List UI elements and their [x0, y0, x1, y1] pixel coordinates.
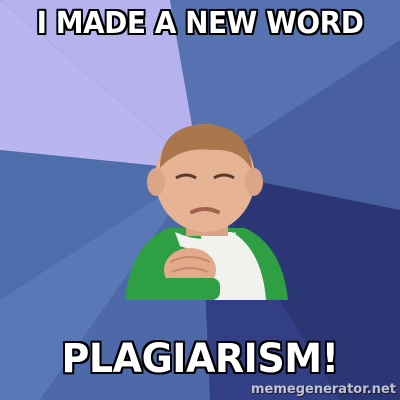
meme-image: I MADE A NEW WORD PLAGIARISM! memegenera… — [0, 0, 400, 400]
top-caption: I MADE A NEW WORD — [36, 6, 364, 41]
bottom-caption: PLAGIARISM! — [61, 336, 339, 382]
watermark-text: memegenerator.net — [250, 382, 396, 397]
